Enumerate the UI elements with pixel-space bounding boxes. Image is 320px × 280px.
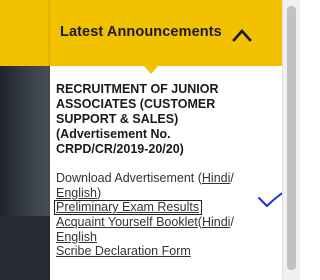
panel-title: Latest Announcements — [60, 24, 222, 40]
announcements-header: Latest Announcements — [50, 0, 282, 66]
background-yellow-band — [0, 0, 50, 66]
acquaint-separator: / — [230, 215, 234, 229]
download-separator: / — [230, 171, 234, 185]
header-pointer — [144, 66, 158, 74]
announcement-title: RECRUITMENT OF JUNIOR ASSOCIATES (CUSTOM… — [56, 82, 219, 156]
announcement-links: Download Advertisement (Hindi/English) P… — [54, 171, 272, 259]
acquaint-booklet-link[interactable]: Acquaint Yourself Booklet — [56, 215, 198, 229]
download-english-link[interactable]: English — [56, 186, 97, 200]
scrollbar-thumb[interactable] — [287, 6, 296, 270]
chevron-up-icon — [232, 29, 252, 42]
announcement-content: RECRUITMENT OF JUNIOR ASSOCIATES (CUSTOM… — [54, 82, 272, 259]
scribe-form-row: Scribe Declaration Form — [56, 244, 272, 259]
background-dark-image — [0, 66, 50, 216]
download-advertisement-label: Download Advertisement ( — [56, 171, 202, 185]
acquaint-booklet-row: Acquaint Yourself Booklet(Hindi/English — [56, 215, 272, 244]
scribe-declaration-link[interactable]: Scribe Declaration Form — [56, 244, 191, 258]
prelim-results-highlight: Preliminary Exam Results — [54, 200, 203, 215]
acquaint-hindi-link[interactable]: Hindi — [202, 215, 231, 229]
collapse-button[interactable] — [231, 25, 253, 45]
announcements-panel: Latest Announcements RECRUITMENT OF JUNI… — [50, 0, 294, 280]
preliminary-exam-results-link[interactable]: Preliminary Exam Results — [56, 200, 199, 214]
download-hindi-link[interactable]: Hindi — [202, 171, 231, 185]
vertical-scrollbar[interactable] — [282, 0, 300, 280]
download-close-paren: ) — [97, 185, 102, 200]
download-advertisement-row: Download Advertisement (Hindi/ English) — [56, 171, 272, 200]
acquaint-english-link[interactable]: English — [56, 230, 97, 244]
background-page-strip — [0, 0, 50, 280]
background-dark-footer — [0, 216, 50, 280]
viewport: Latest Announcements RECRUITMENT OF JUNI… — [0, 0, 300, 280]
prelim-results-row: Preliminary Exam Results — [54, 200, 272, 215]
